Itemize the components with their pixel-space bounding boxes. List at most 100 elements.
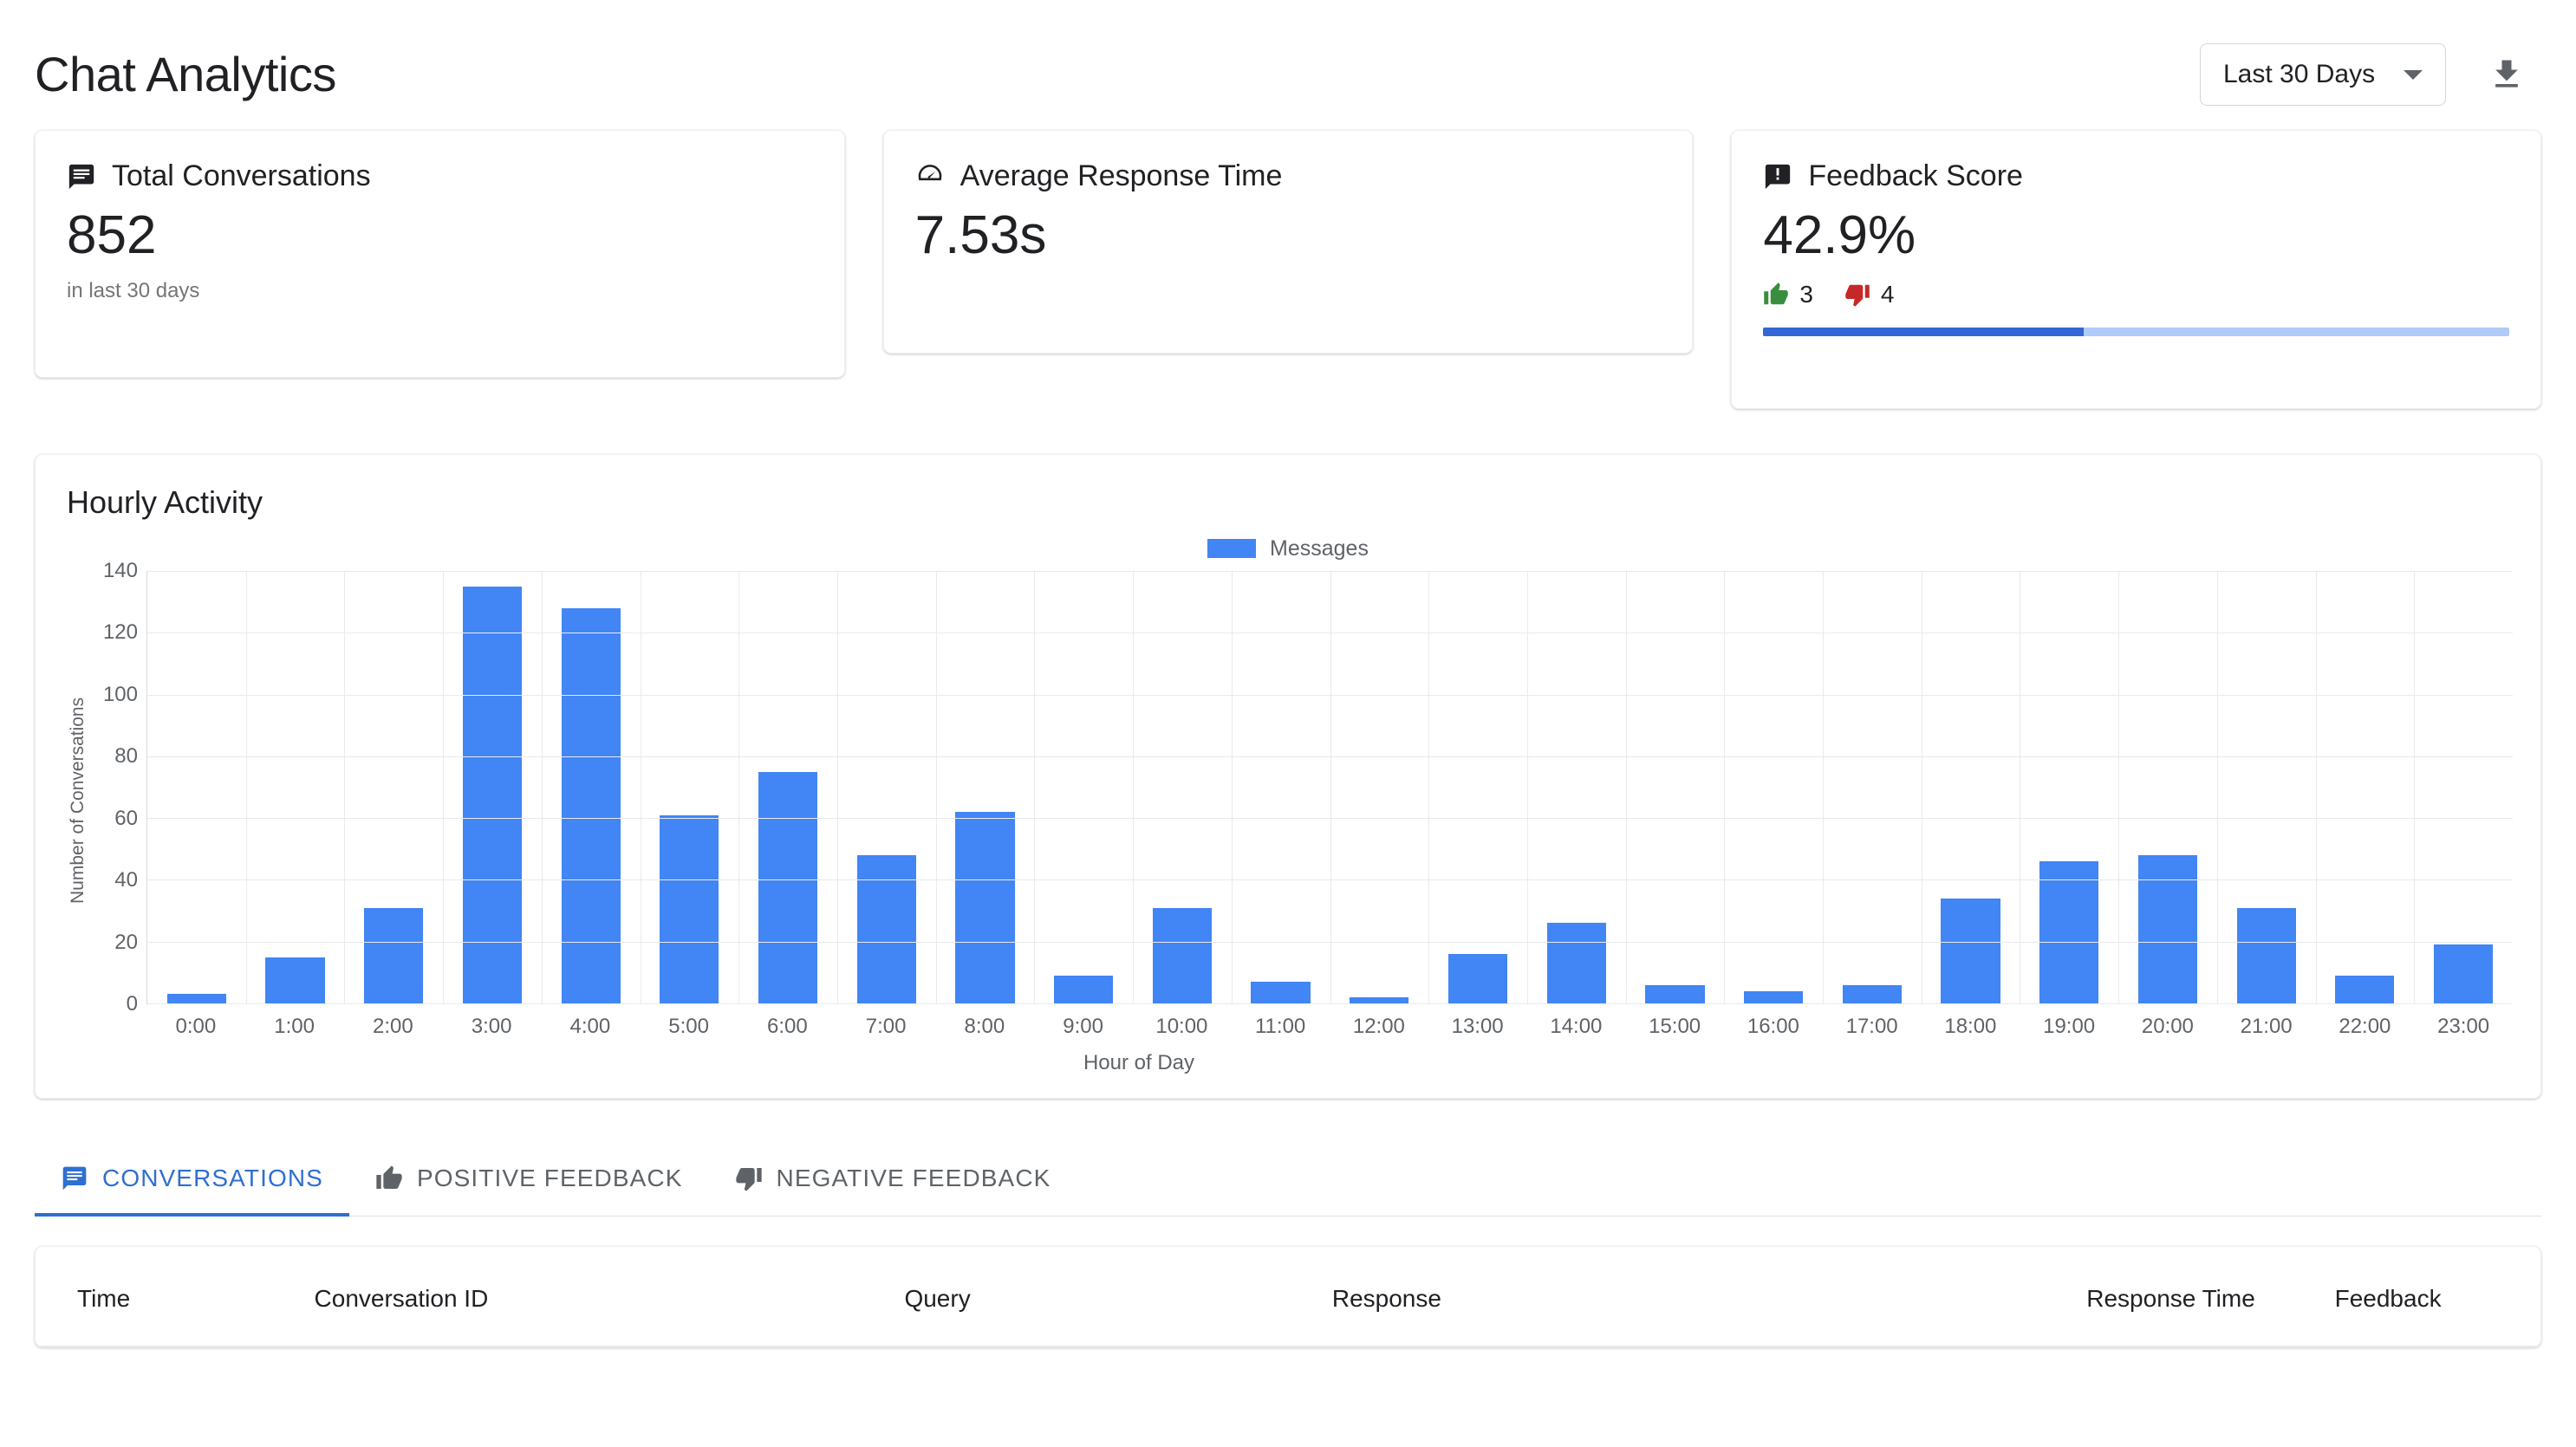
chart-bar[interactable] (1743, 990, 1804, 1003)
chart-bar[interactable] (2433, 944, 2494, 1003)
chart-bar[interactable] (955, 812, 1015, 1003)
kpi-header: Feedback Score (1763, 159, 2509, 192)
y-axis-tick-label: 60 (114, 806, 138, 830)
column-header-time[interactable]: Time (36, 1247, 315, 1346)
column-header-conversation-id[interactable]: Conversation ID (314, 1247, 905, 1346)
chart-bar[interactable] (1350, 996, 1409, 1003)
chart-bar[interactable] (856, 854, 916, 1003)
tab-positive-feedback[interactable]: Positive Feedback (349, 1142, 709, 1217)
table-header-row: Time Conversation ID Query Response Resp… (36, 1247, 2540, 1346)
tab-label-positive-feedback: Positive Feedback (416, 1165, 683, 1191)
gridline-vertical (1526, 571, 1528, 1003)
y-axis-tick-label: 0 (126, 992, 138, 1015)
hourly-activity-chart-card: Hourly Activity Messages Number of Conve… (35, 454, 2541, 1099)
bar-slot (2414, 571, 2513, 1003)
chart-bar[interactable] (2335, 975, 2395, 1003)
kpi-header: Total Conversations (67, 159, 813, 192)
column-header-response-time[interactable]: Response Time (2086, 1247, 2335, 1346)
date-range-value: Last 30 Days (2223, 60, 2376, 88)
positive-feedback-count: 3 (1799, 280, 1813, 308)
y-axis-ticks: 140 120 100 80 60 40 20 0 (93, 559, 146, 1015)
x-axis-tick-label: 19:00 (2043, 1015, 2096, 1038)
chart-bar[interactable] (561, 607, 621, 1003)
tab-label-conversations: Conversations (102, 1165, 323, 1191)
chart-bar[interactable] (166, 994, 226, 1003)
x-axis-tick-label: 22:00 (2339, 1015, 2391, 1038)
x-axis-tick-label: 11:00 (1254, 1015, 1306, 1038)
bar-slot (1034, 571, 1133, 1003)
detail-tabs: Conversations Positive Feedback Negative… (35, 1142, 2541, 1217)
bar-slot (344, 571, 443, 1003)
chat-bubble-icon (62, 1166, 87, 1191)
y-axis-tick-label: 120 (102, 620, 138, 645)
chart-bar[interactable] (1546, 923, 1606, 1003)
kpi-card-total-conversations: Total Conversations 852 in last 30 days (35, 130, 845, 378)
bar-slot (1330, 571, 1428, 1003)
chart-bar[interactable] (1152, 907, 1212, 1003)
column-header-feedback[interactable]: Feedback (2334, 1247, 2540, 1346)
chart-bar[interactable] (660, 814, 719, 1003)
kpi-value: 42.9% (1763, 205, 1916, 266)
chart-bar[interactable] (1251, 982, 1311, 1003)
x-axis-tick-label: 15:00 (1649, 1015, 1701, 1038)
column-header-response[interactable]: Response (1331, 1247, 2087, 1346)
bar-slot (936, 571, 1035, 1003)
positive-feedback-count-group: 3 (1763, 281, 1813, 308)
kpi-title: Total Conversations (112, 159, 371, 192)
gridline-vertical (1823, 571, 1825, 1003)
tab-negative-feedback[interactable]: Negative Feedback (709, 1142, 1077, 1217)
download-button[interactable] (2482, 50, 2531, 99)
chart-bar[interactable] (2039, 861, 2099, 1003)
bar-slot (443, 571, 542, 1003)
bar-slot (147, 571, 246, 1003)
date-range-select[interactable]: Last 30 Days (2200, 43, 2446, 106)
bar-slot (2118, 571, 2217, 1003)
gridline-vertical (1428, 571, 1430, 1003)
gridline-vertical (836, 571, 838, 1003)
chart-bar[interactable] (1054, 975, 1114, 1003)
chart-bar[interactable] (2137, 854, 2198, 1003)
gridline-vertical (1231, 571, 1233, 1003)
chart-bar[interactable] (1842, 984, 1902, 1003)
bar-slot (1626, 571, 1725, 1003)
y-axis-tick-label: 20 (114, 930, 138, 954)
chart-title: Hourly Activity (67, 484, 263, 520)
chart-bar[interactable] (758, 771, 818, 1003)
x-axis-tick-label: 20:00 (2141, 1015, 2194, 1038)
page-header: Chat Analytics Last 30 Days (0, 0, 2576, 130)
page-title: Chat Analytics (35, 47, 336, 101)
chart-bar[interactable] (2236, 907, 2296, 1003)
x-axis-tick-label: 21:00 (2240, 1015, 2293, 1038)
x-axis-tick-label: 4:00 (569, 1015, 611, 1038)
x-axis-title: Hour of Day (1083, 1051, 1195, 1074)
feedback-progress-fill (1763, 327, 2084, 336)
chart-bar[interactable] (1941, 898, 2000, 1003)
y-axis-tick-label: 80 (114, 744, 138, 769)
x-axis-tick-label: 18:00 (1944, 1015, 1997, 1038)
chart-bar[interactable] (1447, 953, 1508, 1003)
column-header-query[interactable]: Query (904, 1247, 1332, 1346)
gridline-vertical (344, 571, 346, 1003)
tab-conversations[interactable]: Conversations (35, 1142, 349, 1217)
x-axis-tick-label: 1:00 (274, 1015, 315, 1038)
chart-bar[interactable] (265, 957, 325, 1003)
kpi-title: Feedback Score (1808, 159, 2023, 192)
conversations-table: Time Conversation ID Query Response Resp… (36, 1247, 2540, 1346)
feedback-counts: 3 4 (1763, 281, 2509, 308)
x-axis-tick-label: 7:00 (865, 1015, 907, 1038)
gridline-vertical (2414, 571, 2416, 1003)
legend-swatch-messages (1207, 539, 1257, 558)
chart-bar[interactable] (364, 907, 424, 1003)
y-axis-tick-label: 140 (102, 559, 138, 582)
tab-label-negative-feedback: Negative Feedback (776, 1165, 1051, 1191)
bar-slot (1428, 571, 1527, 1003)
speed-gauge-icon (918, 164, 941, 180)
bar-slot (2217, 571, 2316, 1003)
y-axis-title: Number of Conversations (68, 697, 88, 905)
bar-slot (1724, 571, 1823, 1003)
x-axis-tick-label: 12:00 (1352, 1015, 1405, 1038)
x-axis-tick-label: 2:00 (373, 1015, 413, 1038)
x-axis-tick-label: 14:00 (1550, 1015, 1603, 1038)
chart-bar[interactable] (1645, 984, 1705, 1003)
gridline-vertical (2216, 571, 2218, 1003)
